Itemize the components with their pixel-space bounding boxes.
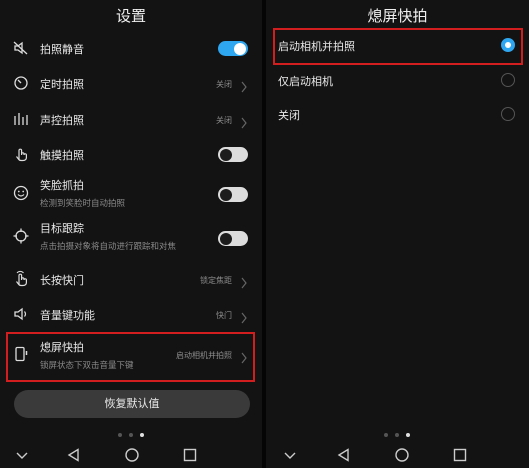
option-off[interactable]: 关闭 (266, 103, 529, 125)
touch-toggle[interactable] (218, 147, 248, 162)
back-triangle-icon[interactable] (336, 447, 352, 463)
chevron-right-icon (240, 78, 248, 93)
chevron-right-icon (240, 274, 248, 289)
page-indicator (118, 433, 148, 439)
navigation-bar (266, 444, 529, 468)
setting-description: 点击拍摄对象将自动进行跟踪和对焦 (40, 242, 177, 252)
setting-label: 拍照静音 (40, 43, 84, 56)
setting-row-mute[interactable]: 拍照静音 (0, 37, 262, 59)
setting-value: 关闭 (216, 116, 232, 125)
mute-icon (12, 39, 30, 57)
screen-off-snapshot-panel: 熄屏快拍 启动相机并拍照 仅启动相机 关闭 (266, 0, 529, 468)
page-dot (384, 433, 388, 437)
setting-description: 检测到笑脸时自动拍照 (40, 199, 126, 209)
setting-row-long-press[interactable]: 长按快门 锁定焦距 (0, 268, 262, 290)
back-triangle-icon[interactable] (66, 447, 82, 463)
setting-value: 关闭 (216, 80, 232, 89)
audio-bars-icon (12, 110, 30, 128)
setting-label: 定时拍照 (40, 78, 84, 91)
crosshair-icon (12, 227, 30, 245)
setting-label: 笑脸抓拍 (40, 179, 84, 192)
reset-default-button[interactable]: 恢复默认值 (14, 390, 250, 418)
setting-label: 音量键功能 (40, 309, 95, 322)
setting-label: 目标跟踪 (40, 222, 84, 235)
page-title: 熄屏快拍 (367, 7, 428, 25)
setting-row-smile[interactable]: 笑脸抓拍 检测到笑脸时自动拍照 (0, 175, 262, 213)
chevron-down-icon[interactable] (14, 447, 30, 463)
option-label: 关闭 (278, 109, 300, 122)
option-label: 仅启动相机 (278, 75, 333, 88)
recents-square-icon[interactable] (452, 447, 468, 463)
setting-label: 长按快门 (40, 274, 84, 287)
highlight-box (273, 28, 523, 65)
setting-label: 触摸拍照 (40, 149, 84, 162)
option-launch-only[interactable]: 仅启动相机 (266, 69, 529, 91)
setting-label: 声控拍照 (40, 114, 84, 127)
touch-icon (12, 145, 30, 163)
chevron-right-icon (240, 114, 248, 129)
home-circle-icon[interactable] (394, 447, 410, 463)
smile-icon (12, 184, 30, 202)
highlight-box (6, 332, 255, 382)
page-dot (395, 433, 399, 437)
tracking-toggle[interactable] (218, 231, 248, 246)
page-title: 设置 (115, 7, 146, 25)
long-press-icon (12, 270, 30, 288)
setting-row-voice[interactable]: 声控拍照 关闭 (0, 108, 262, 130)
setting-row-tracking[interactable]: 目标跟踪 点击拍摄对象将自动进行跟踪和对焦 (0, 218, 262, 256)
recents-square-icon[interactable] (182, 447, 198, 463)
page-dot-active (140, 433, 144, 437)
page-dot (118, 433, 122, 437)
setting-value: 锁定焦距 (200, 276, 232, 285)
setting-row-touch[interactable]: 触摸拍照 (0, 143, 262, 165)
setting-row-timer[interactable]: 定时拍照 关闭 (0, 72, 262, 94)
chevron-down-icon[interactable] (282, 447, 298, 463)
setting-value: 快门 (216, 311, 232, 320)
radio-unselected[interactable] (501, 107, 515, 121)
page-indicator (384, 433, 414, 439)
chevron-right-icon (240, 309, 248, 324)
setting-row-volume-key[interactable]: 音量键功能 快门 (0, 303, 262, 325)
timer-icon (12, 74, 30, 92)
home-circle-icon[interactable] (124, 447, 140, 463)
radio-unselected[interactable] (501, 73, 515, 87)
settings-panel: 设置 拍照静音 定时拍照 关闭 声控拍照 关闭 触摸拍照 笑脸抓拍 检测到笑脸时… (0, 0, 262, 468)
mute-toggle[interactable] (218, 41, 248, 56)
volume-icon (12, 305, 30, 323)
smile-toggle[interactable] (218, 187, 248, 202)
navigation-bar (0, 444, 262, 468)
page-dot (129, 433, 133, 437)
page-dot-active (406, 433, 410, 437)
